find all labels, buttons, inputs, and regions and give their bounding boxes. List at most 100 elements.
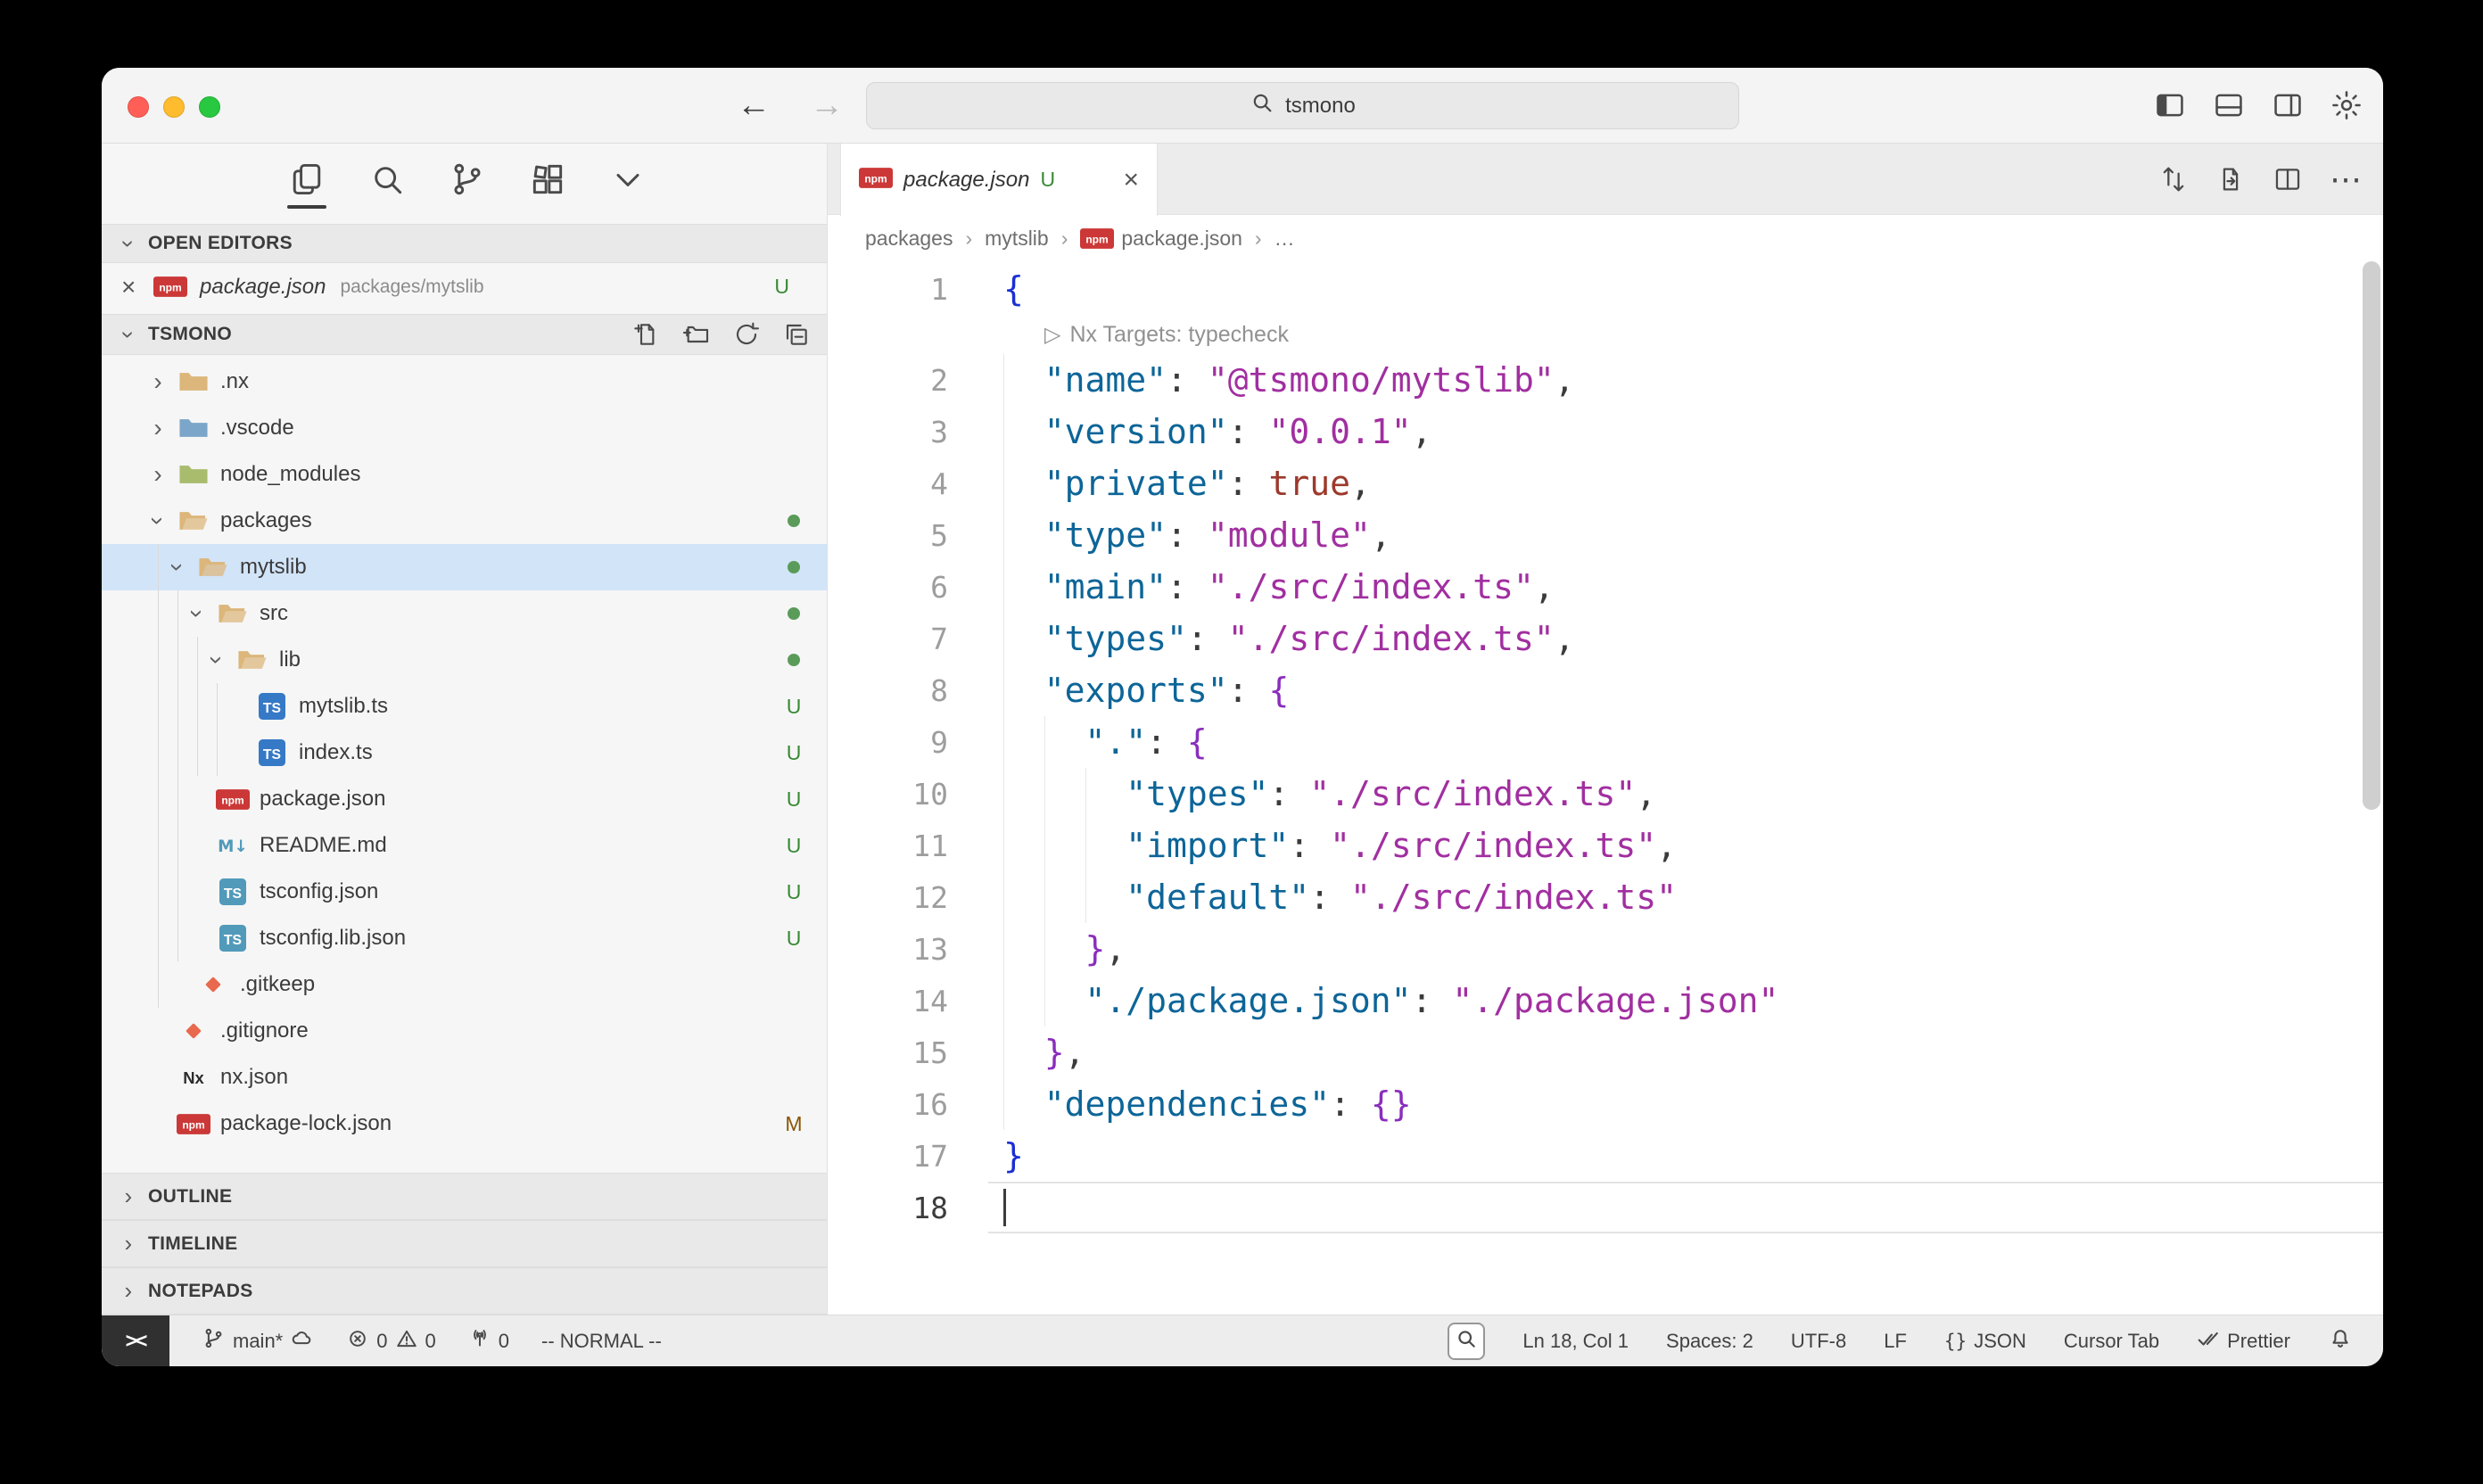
chevron-collapsed-icon[interactable]: › bbox=[140, 414, 176, 442]
collapse-all-icon[interactable] bbox=[782, 320, 811, 349]
command-center-search[interactable]: tsmono bbox=[866, 82, 1739, 129]
breadcrumb-item[interactable]: npmpackage.json bbox=[1080, 227, 1242, 251]
tree-item-.nx[interactable]: ›.nx bbox=[102, 359, 827, 405]
outline-section-header[interactable]: › OUTLINE bbox=[102, 1173, 827, 1220]
tree-item-.vscode[interactable]: ›.vscode bbox=[102, 405, 827, 451]
chevron-collapsed-icon[interactable]: › bbox=[140, 460, 176, 489]
encoding-indicator[interactable]: UTF-8 bbox=[1791, 1330, 1846, 1353]
cursor-position[interactable]: Ln 18, Col 1 bbox=[1522, 1330, 1629, 1353]
chevron-expanded-icon[interactable]: › bbox=[202, 642, 231, 678]
tree-item-.gitkeep[interactable]: .gitkeep bbox=[102, 961, 827, 1008]
run-icon[interactable]: ▷ bbox=[1044, 322, 1060, 348]
code-line-1[interactable]: 1{ bbox=[828, 263, 2383, 315]
breadcrumb[interactable]: packages›mytslib›npmpackage.json›… bbox=[828, 215, 2383, 261]
split-editor-icon[interactable] bbox=[2273, 164, 2303, 194]
toggle-secondary-sidebar-icon[interactable] bbox=[2271, 88, 2305, 122]
tree-item-package-lock.json[interactable]: npmpackage-lock.jsonM bbox=[102, 1101, 827, 1147]
tree-item-nx.json[interactable]: Nxnx.json bbox=[102, 1054, 827, 1101]
chevron-collapsed-icon[interactable]: › bbox=[140, 367, 176, 396]
more-actions-icon[interactable]: ⋯ bbox=[2330, 163, 2362, 195]
vim-mode-indicator[interactable]: -- NORMAL -- bbox=[541, 1330, 662, 1353]
codelens-nx-targets[interactable]: ▷ Nx Targets: typecheck bbox=[828, 315, 2383, 354]
problems-indicator[interactable]: 0 0 bbox=[346, 1327, 436, 1356]
navigate-forward-button[interactable]: → bbox=[810, 87, 844, 125]
code-line-5[interactable]: 5 "type": "module", bbox=[828, 509, 2383, 561]
compare-changes-icon[interactable] bbox=[2158, 164, 2189, 194]
new-file-icon[interactable] bbox=[632, 320, 661, 349]
open-editors-header[interactable]: › OPEN EDITORS bbox=[102, 224, 827, 263]
close-window-button[interactable] bbox=[128, 96, 149, 118]
code-line-18[interactable]: 18 bbox=[828, 1182, 2383, 1233]
file-name: src bbox=[260, 601, 788, 626]
close-editor-icon[interactable]: × bbox=[121, 273, 152, 301]
tree-item-mytslib[interactable]: ›mytslib bbox=[102, 544, 827, 590]
tree-item-package.json[interactable]: npmpackage.jsonU bbox=[102, 776, 827, 822]
tree-item-tsconfig.json[interactable]: TStsconfig.jsonU bbox=[102, 869, 827, 915]
new-folder-icon[interactable] bbox=[682, 320, 711, 349]
breadcrumb-item[interactable]: mytslib bbox=[985, 227, 1049, 251]
explorer-section-header[interactable]: › TSMONO bbox=[102, 314, 827, 355]
codelens-label[interactable]: Nx Targets: typecheck bbox=[1069, 322, 1288, 348]
tab-package-json[interactable]: npm package.json U × bbox=[840, 144, 1158, 216]
chevron-expanded-icon[interactable]: › bbox=[183, 596, 211, 631]
zoom-indicator[interactable] bbox=[1448, 1323, 1485, 1360]
tree-item-readme.md[interactable]: M↓README.mdU bbox=[102, 822, 827, 869]
tree-item-mytslib.ts[interactable]: TSmytslib.tsU bbox=[102, 683, 827, 730]
refresh-icon[interactable] bbox=[732, 320, 761, 349]
code-line-7[interactable]: 7 "types": "./src/index.ts", bbox=[828, 613, 2383, 664]
navigate-back-button[interactable]: ← bbox=[737, 87, 771, 125]
tree-item-node-modules[interactable]: ›node_modules bbox=[102, 451, 827, 498]
code-line-12[interactable]: 12 "default": "./src/index.ts" bbox=[828, 871, 2383, 923]
code-line-3[interactable]: 3 "version": "0.0.1", bbox=[828, 406, 2383, 458]
notepads-section-header[interactable]: › NOTEPADS bbox=[102, 1267, 827, 1315]
tree-item-packages[interactable]: ›packages bbox=[102, 498, 827, 544]
code-line-6[interactable]: 6 "main": "./src/index.ts", bbox=[828, 561, 2383, 613]
tree-item-index.ts[interactable]: TSindex.tsU bbox=[102, 730, 827, 776]
explorer-icon[interactable] bbox=[285, 144, 328, 215]
tree-item-tsconfig.lib.json[interactable]: TStsconfig.lib.jsonU bbox=[102, 915, 827, 961]
close-tab-icon[interactable]: × bbox=[1123, 165, 1139, 195]
language-mode[interactable]: {} JSON bbox=[1944, 1330, 2026, 1353]
scrollbar-thumb[interactable] bbox=[2363, 261, 2380, 810]
code-line-13[interactable]: 13 }, bbox=[828, 923, 2383, 975]
toggle-primary-sidebar-icon[interactable] bbox=[2153, 88, 2187, 122]
code-editor[interactable]: 1{ ▷ Nx Targets: typecheck 2 "name": "@tsmo… bbox=[828, 261, 2383, 1315]
branch-indicator[interactable]: main* bbox=[202, 1326, 314, 1356]
tree-item-.gitignore[interactable]: .gitignore bbox=[102, 1008, 827, 1054]
minimize-window-button[interactable] bbox=[163, 96, 185, 118]
ports-indicator[interactable]: 0 bbox=[468, 1327, 509, 1356]
open-editor-item[interactable]: × npm package.json packages/mytslib U bbox=[102, 265, 827, 309]
tree-item-lib[interactable]: ›lib bbox=[102, 637, 827, 683]
code-line-9[interactable]: 9 ".": { bbox=[828, 716, 2383, 768]
search-icon[interactable] bbox=[366, 144, 408, 215]
maximize-window-button[interactable] bbox=[199, 96, 220, 118]
token: : bbox=[1167, 515, 1208, 555]
notifications-bell-icon[interactable] bbox=[2328, 1326, 2353, 1356]
open-changes-icon[interactable] bbox=[2215, 164, 2246, 194]
code-line-16[interactable]: 16 "dependencies": {} bbox=[828, 1078, 2383, 1130]
breadcrumb-item[interactable]: packages bbox=[865, 227, 953, 251]
code-line-14[interactable]: 14 "./package.json": "./package.json" bbox=[828, 975, 2383, 1026]
chevron-expanded-icon[interactable]: › bbox=[144, 503, 172, 539]
chevron-expanded-icon[interactable]: › bbox=[163, 549, 192, 585]
code-line-2[interactable]: 2 "name": "@tsmono/mytslib", bbox=[828, 354, 2383, 406]
extensions-icon[interactable] bbox=[526, 144, 569, 215]
code-line-11[interactable]: 11 "import": "./src/index.ts", bbox=[828, 820, 2383, 871]
cursor-tab-indicator[interactable]: Cursor Tab bbox=[2064, 1330, 2159, 1353]
timeline-section-header[interactable]: › TIMELINE bbox=[102, 1220, 827, 1267]
code-line-4[interactable]: 4 "private": true, bbox=[828, 458, 2383, 509]
code-line-17[interactable]: 17} bbox=[828, 1130, 2383, 1182]
formatter-indicator[interactable]: Prettier bbox=[2197, 1327, 2290, 1356]
code-line-15[interactable]: 15 }, bbox=[828, 1026, 2383, 1078]
indentation-indicator[interactable]: Spaces: 2 bbox=[1666, 1330, 1753, 1353]
code-line-10[interactable]: 10 "types": "./src/index.ts", bbox=[828, 768, 2383, 820]
eol-indicator[interactable]: LF bbox=[1884, 1330, 1907, 1353]
breadcrumb-item[interactable]: … bbox=[1274, 227, 1295, 251]
code-line-8[interactable]: 8 "exports": { bbox=[828, 664, 2383, 716]
source-control-icon[interactable] bbox=[446, 144, 489, 215]
remote-indicator[interactable]: >< bbox=[102, 1315, 169, 1366]
tree-item-src[interactable]: › src bbox=[102, 590, 827, 637]
chevron-down-icon[interactable] bbox=[606, 144, 649, 215]
settings-gear-icon[interactable] bbox=[2330, 88, 2363, 122]
toggle-panel-icon[interactable] bbox=[2212, 88, 2246, 122]
